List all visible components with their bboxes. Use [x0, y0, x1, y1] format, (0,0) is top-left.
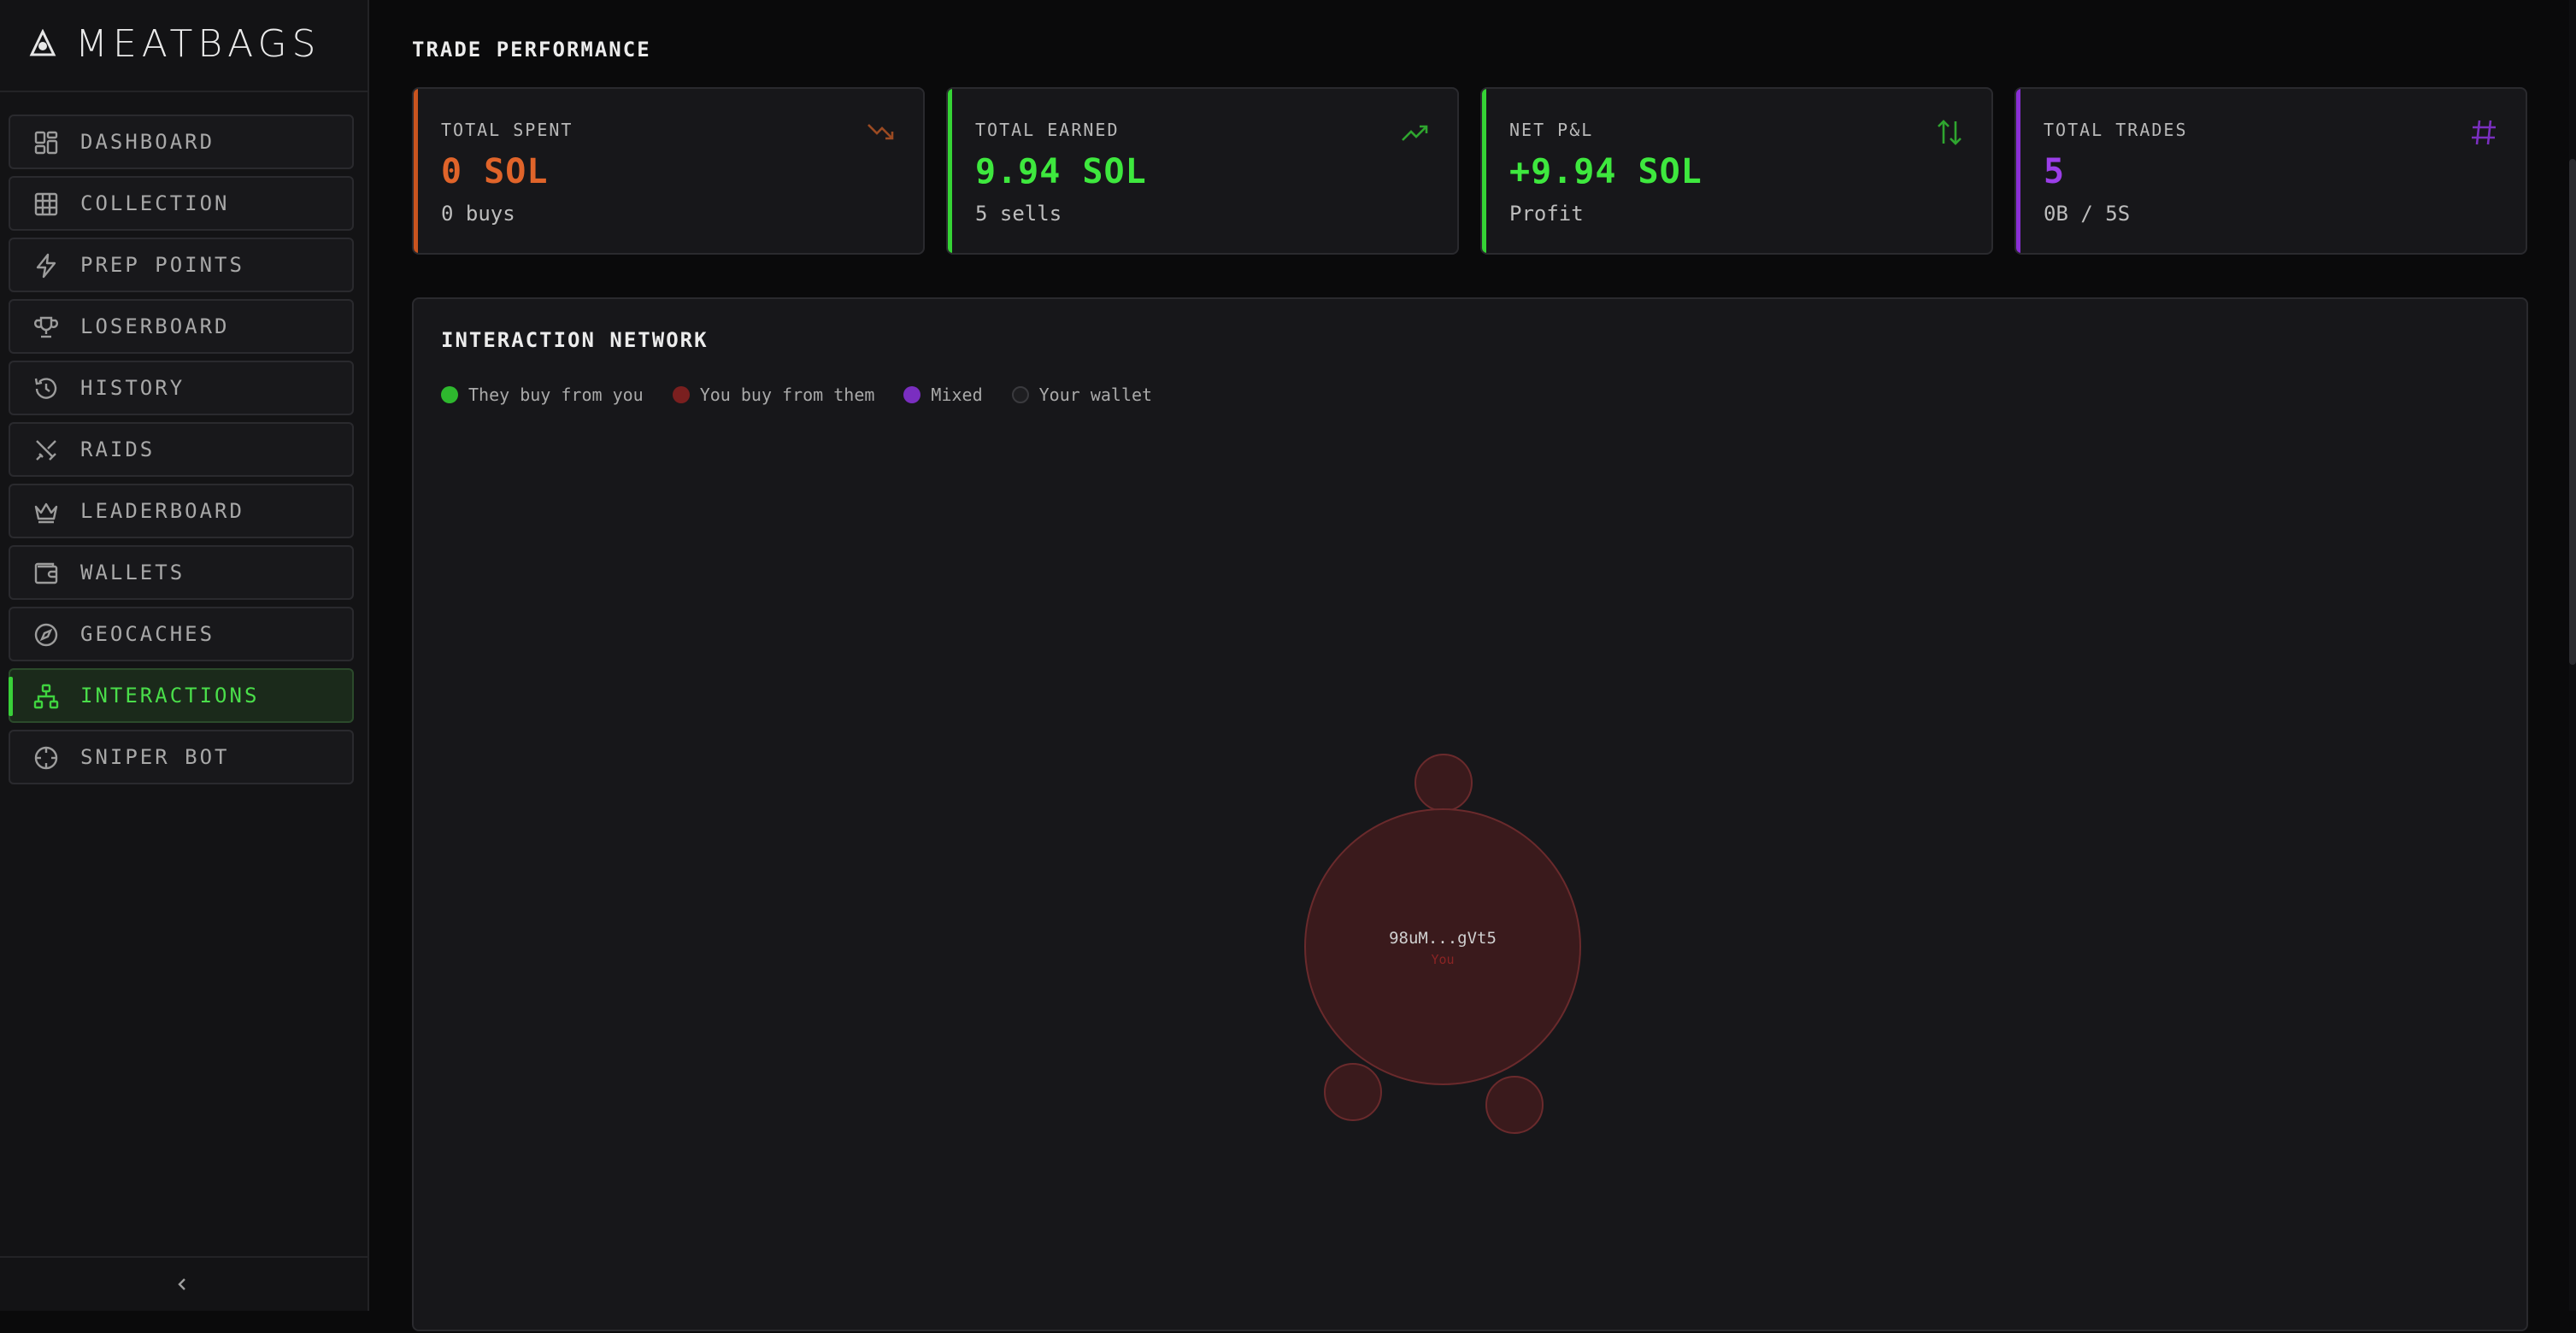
sidebar-item-leaderboard[interactable]: LEADERBOARD — [9, 484, 354, 538]
sidebar-footer — [0, 1256, 368, 1311]
hash-icon — [2472, 120, 2496, 145]
network-icon — [33, 684, 59, 709]
sidebar-item-prep-points[interactable]: PREP POINTS — [9, 238, 354, 292]
network-node[interactable] — [1414, 754, 1473, 812]
sidebar-item-label: INTERACTIONS — [80, 684, 260, 708]
card-label: TOTAL SPENT — [441, 120, 573, 140]
card-net-pnl: NET P&L +9.94 SOL Profit — [1480, 87, 1993, 255]
card-label: TOTAL EARNED — [975, 120, 1120, 140]
sidebar-item-wallets[interactable]: WALLETS — [9, 545, 354, 600]
sidebar-item-label: LEADERBOARD — [80, 499, 244, 523]
brand-logo-icon — [29, 29, 56, 56]
history-icon — [34, 378, 57, 399]
dashboard-icon — [34, 131, 58, 155]
chevron-left-icon[interactable] — [171, 1271, 193, 1297]
card-value: 9.94 SOL — [975, 152, 1147, 191]
wallet-icon — [34, 562, 58, 584]
sidebar-item-loserboard[interactable]: LOSERBOARD — [9, 299, 354, 354]
sidebar-item-geocaches[interactable]: GEOCACHES — [9, 607, 354, 661]
compass-icon — [34, 623, 58, 647]
card-total-spent: TOTAL SPENT 0 SOL 0 buys — [412, 87, 925, 255]
trending-up-icon — [1402, 125, 1428, 141]
sidebar-item-label: LOSERBOARD — [80, 314, 230, 338]
card-accent — [1482, 89, 1486, 253]
center-node-label: 98uM...gVt5 — [1389, 929, 1497, 948]
sidebar-item-label: WALLETS — [80, 561, 185, 584]
sidebar-item-label: PREP POINTS — [80, 253, 244, 277]
sidebar-item-label: RAIDS — [80, 437, 156, 461]
card-value: +9.94 SOL — [1509, 152, 1703, 191]
card-accent — [414, 89, 418, 253]
sidebar-item-sniper-bot[interactable]: SNIPER BOT — [9, 730, 354, 784]
card-value: 0 SOL — [441, 152, 549, 191]
card-label: TOTAL TRADES — [2044, 120, 2188, 140]
card-sub: 5 sells — [975, 202, 1062, 226]
network-node[interactable] — [1324, 1063, 1382, 1121]
sidebar-item-label: DASHBOARD — [80, 130, 215, 154]
trophy-icon — [34, 316, 58, 338]
section-title: TRADE PERFORMANCE — [412, 38, 651, 62]
sidebar-item-collection[interactable]: COLLECTION — [9, 176, 354, 231]
card-value: 5 — [2044, 152, 2066, 191]
card-total-trades: TOTAL TRADES 5 0B / 5S — [2014, 87, 2527, 255]
main-content: TRADE PERFORMANCE TOTAL SPENT 0 SOL 0 bu… — [371, 0, 2576, 1331]
crown-icon — [34, 502, 58, 524]
sidebar-item-interactions[interactable]: INTERACTIONS — [9, 668, 354, 723]
sidebar-item-dashboard[interactable]: DASHBOARD — [9, 115, 354, 169]
card-sub: 0B / 5S — [2044, 202, 2131, 226]
sidebar: MEATBAGS DASHBOARD COLLECTION PREP POINT… — [0, 0, 369, 1311]
interaction-network-panel: INTERACTION NETWORK They buy from you Yo… — [412, 297, 2528, 1331]
sidebar-item-label: GEOCACHES — [80, 622, 215, 646]
card-accent — [2016, 89, 2020, 253]
arrows-up-down-icon — [1938, 120, 1961, 145]
card-sub: Profit — [1509, 202, 1584, 226]
network-node[interactable] — [1485, 1076, 1544, 1134]
card-label: NET P&L — [1509, 120, 1594, 140]
sidebar-item-history[interactable]: HISTORY — [9, 361, 354, 415]
grid-icon — [34, 192, 58, 216]
lightning-icon — [36, 253, 56, 279]
brand[interactable]: MEATBAGS — [0, 0, 368, 92]
scroll-thumb[interactable] — [2569, 159, 2576, 665]
sidebar-item-label: SNIPER BOT — [80, 745, 230, 769]
sidebar-item-label: HISTORY — [80, 376, 185, 400]
card-total-earned: TOTAL EARNED 9.94 SOL 5 sells — [946, 87, 1459, 255]
card-sub: 0 buys — [441, 202, 515, 226]
center-node-sublabel: You — [1431, 952, 1454, 967]
crosshair-icon — [34, 746, 58, 770]
network-graph[interactable]: 98uM...gVt5 You — [414, 299, 2530, 1333]
brand-name: MEATBAGS — [75, 22, 321, 66]
sidebar-item-label: COLLECTION — [80, 191, 230, 215]
main-scrollbar[interactable] — [2569, 0, 2576, 1311]
swords-icon — [36, 440, 56, 461]
card-accent — [948, 89, 952, 253]
trending-down-icon — [867, 124, 894, 140]
sidebar-item-raids[interactable]: RAIDS — [9, 422, 354, 477]
